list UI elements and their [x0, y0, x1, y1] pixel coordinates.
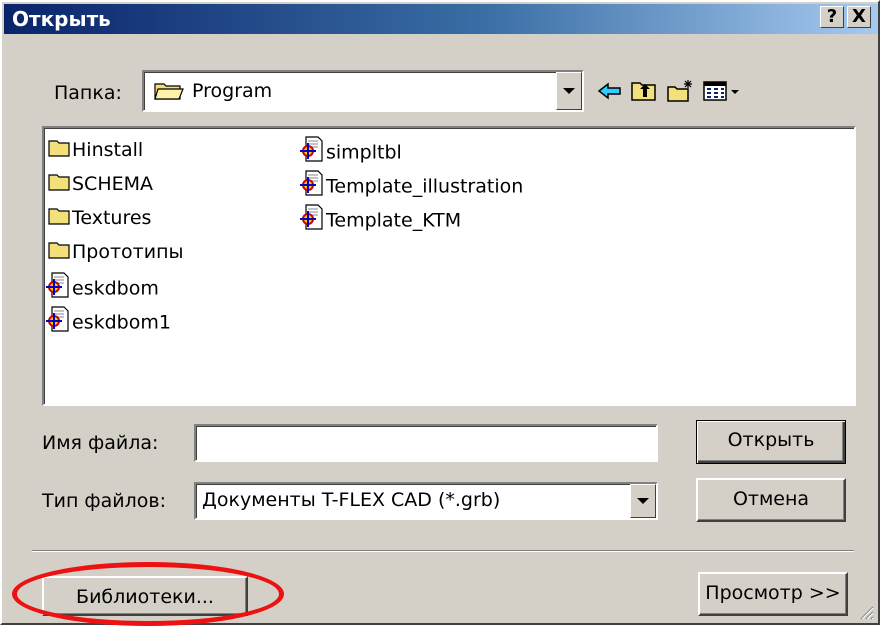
folder-icon	[48, 239, 70, 267]
up-folder-icon[interactable]	[630, 78, 658, 104]
window-title: Открыть	[12, 7, 111, 31]
help-button[interactable]: ?	[820, 6, 844, 28]
separator	[32, 550, 854, 552]
list-item[interactable]: eskdbom1	[46, 306, 171, 334]
open-folder-icon	[154, 81, 184, 106]
title-bar[interactable]: Открыть	[4, 4, 878, 34]
list-item[interactable]: Template_KTM	[300, 204, 461, 232]
file-list[interactable]: Hinstall SCHEMA Textures Прототипы eskdb…	[42, 126, 856, 406]
list-item[interactable]: Hinstall	[48, 136, 143, 164]
folder-icon	[48, 205, 70, 233]
close-button[interactable]: X	[847, 6, 871, 28]
open-button[interactable]: Открыть	[696, 420, 846, 464]
tflex-document-icon	[300, 204, 324, 238]
list-item[interactable]: SCHEMA	[48, 170, 153, 198]
resize-grip[interactable]	[858, 603, 874, 620]
filetype-dropdown-button[interactable]	[630, 484, 656, 518]
list-item[interactable]: Template_illustration	[300, 170, 523, 198]
folder-label: Папка:	[54, 82, 122, 104]
folder-dropdown-button[interactable]	[556, 72, 582, 110]
filetype-select[interactable]: Документы T-FLEX CAD (*.grb)	[194, 482, 658, 520]
tflex-document-icon	[300, 136, 324, 170]
filename-label: Имя файла:	[42, 432, 159, 454]
list-item[interactable]: Прототипы	[48, 238, 184, 266]
folder-select[interactable]: Program	[142, 70, 584, 112]
new-folder-icon[interactable]	[666, 78, 694, 104]
cancel-button[interactable]: Отмена	[696, 478, 846, 522]
list-item[interactable]: eskdbom	[46, 272, 159, 300]
list-item[interactable]: simpltbl	[300, 136, 402, 164]
filetype-label: Тип файлов:	[42, 490, 167, 512]
tflex-document-icon	[46, 306, 70, 340]
open-file-dialog: Открыть ? X Папка: Program Hinstall SCHE…	[0, 0, 880, 626]
folder-value: Program	[192, 80, 273, 102]
tflex-document-icon	[46, 272, 70, 306]
preview-button[interactable]: Просмотр >>	[698, 572, 848, 616]
view-menu-icon[interactable]	[702, 78, 742, 104]
filename-input[interactable]	[194, 424, 658, 462]
back-arrow-icon[interactable]	[596, 78, 624, 104]
folder-icon	[48, 137, 70, 165]
list-item[interactable]: Textures	[48, 204, 151, 232]
tflex-document-icon	[300, 170, 324, 204]
filetype-value: Документы T-FLEX CAD (*.grb)	[202, 489, 501, 511]
libraries-button[interactable]: Библиотеки...	[42, 576, 248, 616]
folder-icon	[48, 171, 70, 199]
